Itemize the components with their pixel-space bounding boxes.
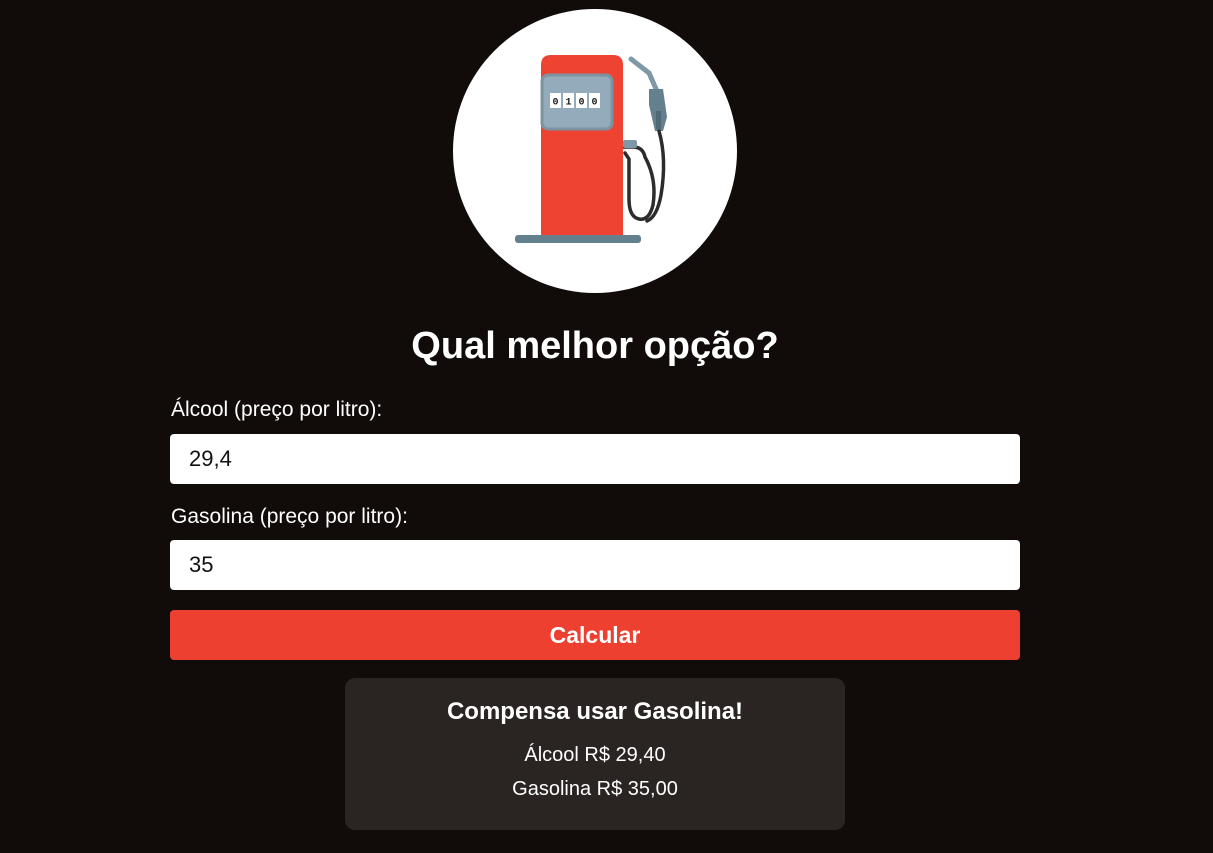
fuel-pump-icon: 0 1 0 0: [515, 55, 667, 243]
fuel-pump-logo: 0 1 0 0: [453, 9, 737, 293]
gasolina-label: Gasolina (preço por litro):: [171, 505, 408, 528]
counter-digit: 0: [578, 98, 584, 109]
result-panel: Compensa usar Gasolina! Álcool R$ 29,40 …: [345, 678, 845, 830]
page-title: Qual melhor opção?: [411, 325, 779, 367]
gasolina-price-input[interactable]: [170, 540, 1020, 590]
app-page: 0 1 0 0 Qual melhor opção? Álcool (preço…: [0, 0, 1213, 853]
result-gasolina-price: Gasolina R$ 35,00: [512, 778, 678, 800]
result-alcool-price: Álcool R$ 29,40: [524, 744, 666, 766]
counter-digit: 1: [565, 98, 571, 109]
counter-digit: 0: [591, 98, 597, 109]
counter-digit: 0: [552, 98, 558, 109]
alcool-label: Álcool (preço por litro):: [171, 398, 383, 421]
alcool-price-input[interactable]: [170, 434, 1020, 484]
calcular-button[interactable]: Calcular: [170, 610, 1020, 660]
result-title: Compensa usar Gasolina!: [446, 698, 744, 725]
